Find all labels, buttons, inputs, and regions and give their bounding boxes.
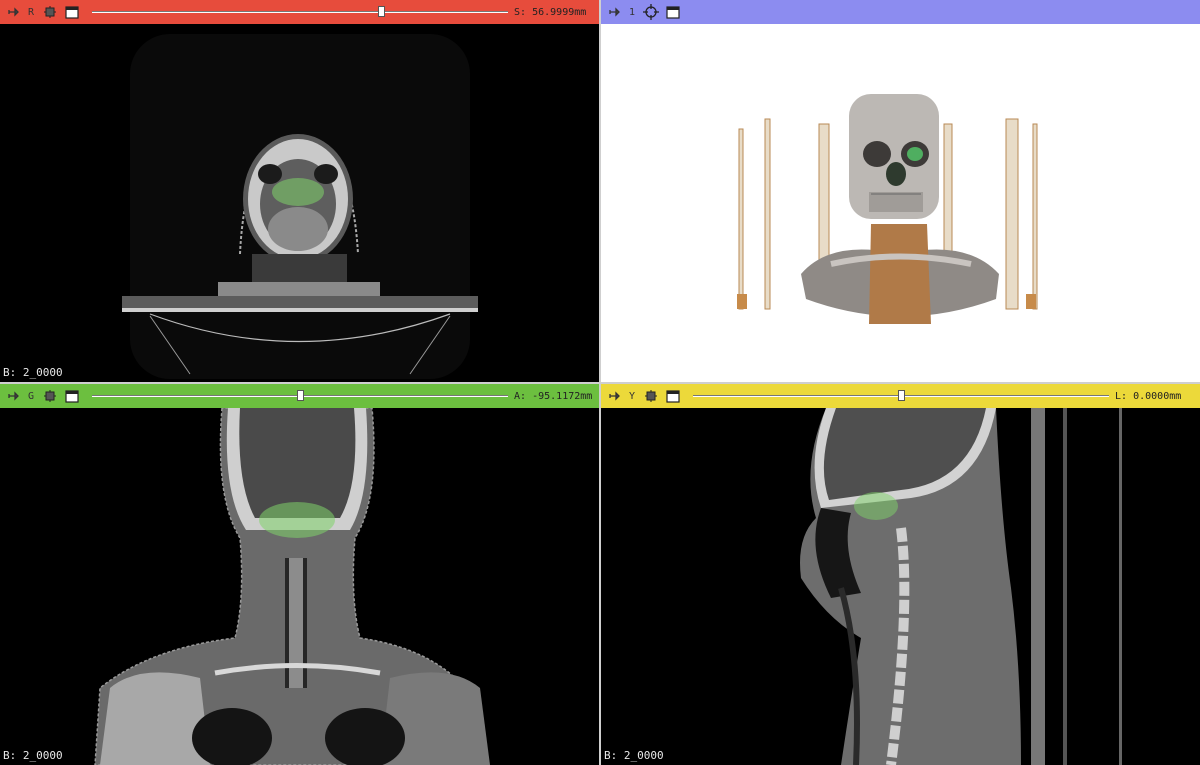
horizontal-divider[interactable] <box>0 382 1200 384</box>
pin-icon[interactable] <box>607 388 623 404</box>
view-letter: Y <box>629 390 636 402</box>
slider-track <box>92 11 509 13</box>
volume-rendering[interactable] <box>601 24 1200 382</box>
green-view-controller-bar: G A: -95.1172mm <box>0 384 599 408</box>
green-slice-view[interactable]: G A: -95.1172mm B: 2_0000 <box>0 384 599 765</box>
threed-view[interactable]: 1 <box>601 0 1200 382</box>
pin-icon[interactable] <box>607 4 623 20</box>
axial-image[interactable]: B: 2_0000 <box>0 24 599 382</box>
view-letter: G <box>28 390 35 402</box>
link-icon[interactable] <box>643 388 659 404</box>
slider-thumb[interactable] <box>378 6 386 17</box>
slice-position-readout: A: -95.1172mm <box>514 390 593 402</box>
sagittal-image[interactable]: B: 2_0000 <box>601 408 1200 765</box>
slider-thumb[interactable] <box>898 390 906 401</box>
slider-thumb[interactable] <box>297 390 305 401</box>
link-icon[interactable] <box>42 4 58 20</box>
segment-label: B: 2_0000 <box>604 749 664 762</box>
slice-offset-slider[interactable] <box>92 4 509 20</box>
slice-viewer-layout: R S: 56.9999mm B: 2_0000 1 G A: -95.1172… <box>0 0 1200 765</box>
yellow-view-controller-bar: Y L: 0.0000mm <box>601 384 1200 408</box>
window-icon[interactable] <box>665 388 681 404</box>
link-icon[interactable] <box>42 388 58 404</box>
coronal-image[interactable]: B: 2_0000 <box>0 408 599 765</box>
view-letter: R <box>28 6 35 18</box>
window-icon[interactable] <box>665 4 681 20</box>
pin-icon[interactable] <box>6 4 22 20</box>
segment-label: B: 2_0000 <box>3 366 63 379</box>
yellow-slice-view[interactable]: Y L: 0.0000mm B: 2_0000 <box>601 384 1200 765</box>
view-letter: 1 <box>629 6 636 18</box>
red-view-controller-bar: R S: 56.9999mm <box>0 0 599 24</box>
window-icon[interactable] <box>64 4 80 20</box>
slice-offset-slider[interactable] <box>92 388 509 404</box>
segment-label: B: 2_0000 <box>3 749 63 762</box>
slice-position-readout: S: 56.9999mm <box>514 6 587 18</box>
crosshair-icon[interactable] <box>643 4 660 20</box>
threed-view-controller-bar: 1 <box>601 0 1200 24</box>
red-slice-view[interactable]: R S: 56.9999mm B: 2_0000 <box>0 0 599 382</box>
slice-offset-slider[interactable] <box>693 388 1110 404</box>
pin-icon[interactable] <box>6 388 22 404</box>
slice-position-readout: L: 0.0000mm <box>1115 390 1182 402</box>
window-icon[interactable] <box>64 388 80 404</box>
